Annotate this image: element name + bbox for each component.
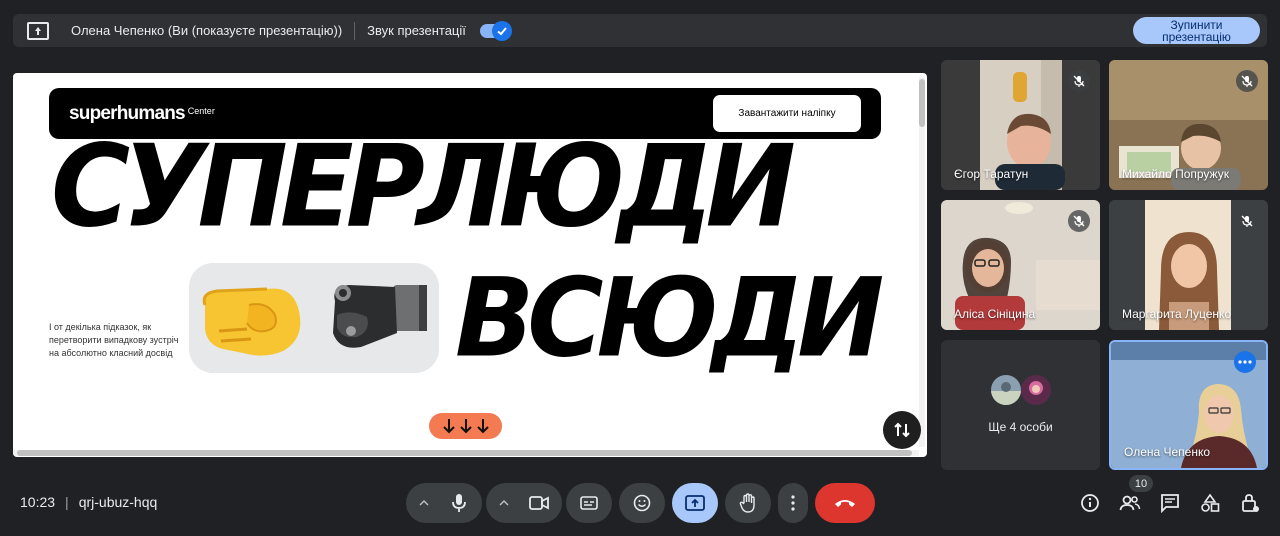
presentation-sound-toggle[interactable] — [479, 20, 512, 41]
arrow-down-icon — [442, 419, 455, 434]
people-button[interactable] — [1117, 490, 1143, 516]
camera-icon — [529, 496, 549, 510]
more-options-button[interactable] — [778, 483, 808, 523]
headline-line-2: ВСЮДИ — [455, 253, 884, 382]
participant-name: Олена Чепенко — [1124, 445, 1211, 459]
mic-off-icon — [1068, 70, 1090, 92]
more-options-icon[interactable] — [1234, 351, 1256, 373]
hang-up-icon — [835, 500, 855, 507]
lock-person-icon — [1242, 494, 1259, 512]
participant-tile[interactable]: Михайло Попружук — [1109, 60, 1268, 190]
robotic-hand-icon — [333, 285, 427, 348]
camera-button[interactable] — [516, 483, 562, 523]
video-settings-chevron[interactable] — [491, 483, 517, 523]
mic-off-icon — [1068, 210, 1090, 232]
meeting-code[interactable]: qrj-ubuz-hqq — [79, 494, 158, 510]
captions-icon — [580, 496, 598, 510]
headline-line-1: СУПЕРЛЮДИ — [51, 121, 796, 253]
microphone-icon — [452, 494, 466, 512]
reactions-button[interactable] — [619, 483, 665, 523]
logo-subtitle: Center — [187, 105, 215, 116]
clock: 10:23 — [20, 494, 56, 510]
horizontal-scrollbar[interactable] — [13, 450, 919, 456]
presenting-banner: Олена Чепенко (Ви (показуєте презентацію… — [13, 14, 1267, 47]
emoji-card — [189, 263, 439, 373]
chat-button[interactable] — [1157, 490, 1183, 516]
info-icon — [1081, 494, 1099, 512]
participant-name: Михайло Попружук — [1122, 167, 1229, 181]
participant-name: Аліса Сініцина — [954, 307, 1036, 321]
avatar — [1021, 375, 1051, 405]
swap-arrows-button[interactable] — [883, 411, 921, 449]
mic-off-icon — [1236, 210, 1258, 232]
people-icon — [1119, 495, 1141, 511]
swap-vertical-icon — [894, 422, 910, 438]
chevron-up-icon — [499, 500, 509, 506]
participant-name: Маргарита Луценко — [1122, 307, 1232, 321]
present-now-button[interactable] — [672, 483, 718, 523]
captions-button[interactable] — [566, 483, 612, 523]
arrow-down-icon — [476, 419, 489, 434]
arrow-down-icon — [459, 419, 472, 434]
more-participants-label: Ще 4 особи — [988, 420, 1053, 434]
self-participant-tile[interactable]: Олена Чепенко — [1109, 340, 1268, 470]
fist-emoji-icon — [202, 287, 301, 356]
presentation-sound-label: Звук презентації — [367, 23, 466, 38]
vertical-scrollbar[interactable] — [919, 77, 925, 447]
shapes-icon — [1201, 493, 1220, 512]
meeting-info: 10:23 | qrj-ubuz-hqq — [20, 494, 158, 510]
participant-tile[interactable]: Маргарита Луценко — [1109, 200, 1268, 330]
avatar — [991, 375, 1021, 405]
slide-subtext: І от декілька підказок, як перетворити в… — [49, 322, 179, 358]
divider — [354, 21, 356, 40]
chevron-up-icon — [419, 500, 429, 506]
check-icon — [491, 20, 512, 41]
chat-icon — [1161, 494, 1179, 513]
stop-presenting-button[interactable]: Зупинити презентацію — [1133, 17, 1260, 44]
participant-tile[interactable]: Аліса Сініцина — [941, 200, 1100, 330]
audio-settings-chevron[interactable] — [411, 483, 437, 523]
present-screen-icon — [685, 495, 705, 511]
emoji-icon — [633, 494, 651, 512]
leave-call-button[interactable] — [815, 483, 875, 523]
hand-icon — [739, 493, 755, 513]
mic-off-icon — [1236, 70, 1258, 92]
participant-name: Єгор Таратун — [954, 167, 1029, 181]
activities-button[interactable] — [1197, 490, 1223, 516]
meeting-details-button[interactable] — [1077, 490, 1103, 516]
presenter-status-text: Олена Чепенко (Ви (показуєте презентацію… — [71, 23, 343, 38]
more-participants-tile[interactable]: Ще 4 особи — [941, 340, 1100, 470]
raise-hand-button[interactable] — [725, 483, 771, 523]
microphone-button[interactable] — [436, 483, 482, 523]
host-controls-button[interactable] — [1237, 490, 1263, 516]
shared-presentation: superhumans Center Завантажити наліпку С… — [13, 73, 927, 457]
more-vertical-icon — [791, 495, 795, 511]
scroll-down-arrows[interactable] — [429, 413, 502, 439]
present-screen-icon — [27, 21, 49, 40]
participant-tile[interactable]: Єгор Таратун — [941, 60, 1100, 190]
